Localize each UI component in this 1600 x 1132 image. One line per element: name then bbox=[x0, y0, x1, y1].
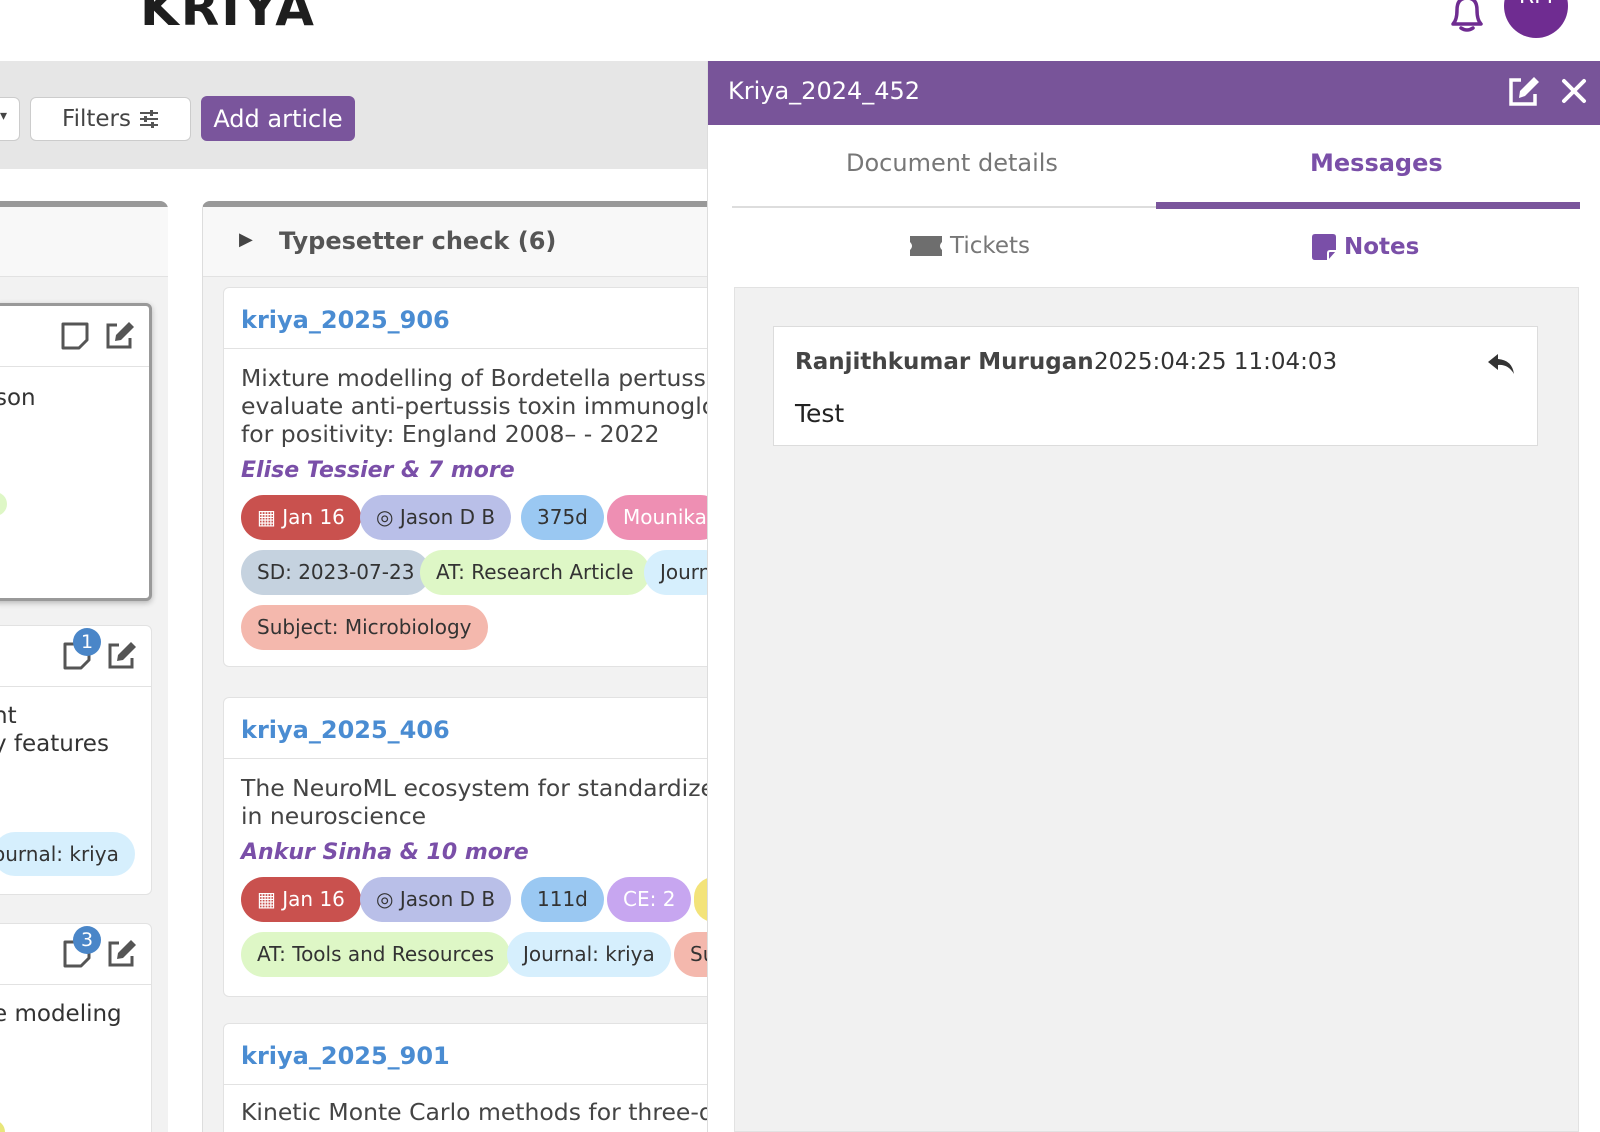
board-column-left: son 1 nt y features ournal: kriya 3 bbox=[0, 201, 168, 1132]
filters-label: Filters bbox=[62, 106, 131, 132]
card-divider bbox=[224, 758, 742, 759]
calendar-icon: ▦ bbox=[257, 505, 276, 529]
article-title-line: evaluate anti-pertussis toxin immunoglob bbox=[241, 392, 732, 420]
status-dot bbox=[0, 492, 7, 516]
article-type-tag: AT: Tools and Resources bbox=[241, 932, 510, 977]
notification-badge: 1 bbox=[73, 628, 101, 656]
article-card[interactable]: 1 nt y features ournal: kriya bbox=[0, 625, 152, 895]
article-card[interactable]: kriya_2025_901 Kinetic Monte Carlo metho… bbox=[223, 1023, 743, 1132]
due-date-tag: ▦ Jan 16 bbox=[241, 877, 361, 922]
journal-tag: ournal: kriya bbox=[0, 832, 135, 876]
article-authors: Ankur Sinha & 10 more bbox=[241, 840, 529, 865]
article-authors: Elise Tessier & 7 more bbox=[241, 458, 515, 483]
edit-icon[interactable] bbox=[1506, 75, 1540, 109]
card-title: son bbox=[0, 385, 36, 411]
article-title-line: in neuroscience bbox=[241, 802, 427, 830]
card-divider bbox=[0, 984, 151, 985]
card-title: e modeling bbox=[0, 1001, 122, 1027]
article-title-line: Mixture modelling of Bordetella pertussi… bbox=[241, 364, 725, 392]
panel-tabs: Document details Messages bbox=[732, 125, 1580, 209]
card-divider bbox=[0, 686, 151, 687]
reply-icon[interactable] bbox=[1486, 351, 1516, 377]
ticket-icon bbox=[910, 236, 942, 256]
add-article-button[interactable]: Add article bbox=[201, 96, 355, 141]
panel-header: Kriya_2024_452 bbox=[708, 61, 1600, 125]
active-tab-indicator bbox=[1156, 202, 1580, 209]
chevron-down-icon: ▾ bbox=[0, 108, 8, 124]
age-tag: 111d bbox=[521, 877, 604, 922]
article-title-line: Kinetic Monte Carlo methods for three-di… bbox=[241, 1098, 730, 1126]
article-title-line: The NeuroML ecosystem for standardized bbox=[241, 774, 730, 802]
article-card[interactable]: 3 e modeling bbox=[0, 923, 152, 1132]
notes-list: Ranjithkumar Murugan 2025:04:25 11:04:03… bbox=[734, 287, 1579, 1132]
article-id-link[interactable]: kriya_2025_901 bbox=[241, 1042, 450, 1070]
note-author: Ranjithkumar Murugan bbox=[795, 349, 1094, 375]
article-card[interactable]: kriya_2025_906 Mixture modelling of Bord… bbox=[223, 287, 743, 667]
article-detail-panel: Kriya_2024_452 Document details Messages… bbox=[707, 61, 1600, 1132]
assignee-tag: ◎ Jason D B bbox=[360, 495, 512, 540]
subtab-tickets[interactable]: Tickets bbox=[908, 233, 1030, 259]
user-circle-icon: ◎ bbox=[376, 887, 394, 911]
app-logo[interactable]: KRIYA bbox=[140, 0, 316, 38]
submission-date-tag: SD: 2023-07-23 bbox=[241, 550, 431, 595]
column-header[interactable]: ▶ Typesetter check (6) bbox=[203, 207, 732, 277]
article-id-link[interactable]: kriya_2025_406 bbox=[241, 716, 450, 744]
card-divider bbox=[224, 1084, 742, 1085]
subtab-tickets-label: Tickets bbox=[950, 233, 1031, 259]
tab-document-details[interactable]: Document details bbox=[846, 149, 1058, 177]
subtab-notes[interactable]: Notes bbox=[1310, 233, 1419, 261]
filters-button[interactable]: Filters bbox=[30, 97, 191, 141]
view-select[interactable]: ▾ bbox=[0, 97, 20, 141]
edit-icon[interactable] bbox=[105, 938, 137, 970]
article-title-line: for positivity: England 2008– - 2022 bbox=[241, 420, 660, 448]
sliders-icon bbox=[139, 110, 158, 128]
caret-right-icon[interactable]: ▶ bbox=[239, 229, 253, 250]
avatar-initials: RM bbox=[1519, 0, 1553, 9]
assignee-label: Jason D B bbox=[399, 505, 496, 529]
bell-icon[interactable] bbox=[1445, 0, 1489, 34]
note-item: Ranjithkumar Murugan 2025:04:25 11:04:03… bbox=[773, 326, 1538, 446]
message-subtabs: Tickets Notes bbox=[732, 225, 1579, 281]
notification-badge: 3 bbox=[73, 926, 101, 954]
board-column-typesetter-check: ▶ Typesetter check (6) kriya_2025_906 Mi… bbox=[202, 201, 743, 1132]
subtab-notes-label: Notes bbox=[1344, 234, 1420, 260]
top-bar: KRIYA RM bbox=[0, 0, 1600, 61]
close-icon[interactable] bbox=[1558, 75, 1590, 107]
card-divider bbox=[224, 348, 742, 349]
copyedit-tag: CE: 2 bbox=[607, 877, 692, 922]
panel-title: Kriya_2024_452 bbox=[728, 77, 921, 105]
notes-button[interactable]: 3 bbox=[61, 926, 101, 970]
column-header[interactable] bbox=[0, 207, 168, 277]
note-timestamp: 2025:04:25 11:04:03 bbox=[1094, 349, 1338, 375]
owner-tag: Mounika bbox=[607, 495, 723, 540]
card-title: nt y features bbox=[0, 703, 109, 757]
journal-tag: Journal: kriya bbox=[507, 932, 671, 977]
age-tag: 375d bbox=[521, 495, 604, 540]
note-icon[interactable] bbox=[59, 320, 91, 352]
status-dot bbox=[0, 1120, 5, 1132]
due-date-tag: ▦ Jan 16 bbox=[241, 495, 361, 540]
assignee-tag: ◎ Jason D B bbox=[360, 877, 512, 922]
user-circle-icon: ◎ bbox=[376, 505, 394, 529]
article-card[interactable]: kriya_2025_406 The NeuroML ecosystem for… bbox=[223, 697, 743, 997]
article-type-tag: AT: Research Article bbox=[420, 550, 650, 595]
card-divider bbox=[0, 366, 149, 367]
edit-icon[interactable] bbox=[105, 640, 137, 672]
kanban-board: son 1 nt y features ournal: kriya 3 bbox=[0, 169, 743, 1132]
column-title: Typesetter check (6) bbox=[279, 227, 557, 255]
sticky-note-icon bbox=[1312, 234, 1336, 260]
article-card[interactable]: son bbox=[0, 303, 152, 601]
calendar-icon: ▦ bbox=[257, 887, 276, 911]
user-avatar[interactable]: RM bbox=[1504, 0, 1568, 38]
tab-messages[interactable]: Messages bbox=[1310, 149, 1443, 177]
article-id-link[interactable]: kriya_2025_906 bbox=[241, 306, 450, 334]
notes-button[interactable]: 1 bbox=[61, 628, 101, 672]
board-toolbar: ▾ Filters Add article bbox=[0, 61, 710, 169]
assignee-label: Jason D B bbox=[399, 887, 496, 911]
subject-tag: Subject: Microbiology bbox=[241, 605, 488, 650]
due-date-label: Jan 16 bbox=[282, 505, 345, 529]
note-body: Test bbox=[795, 399, 845, 428]
edit-icon[interactable] bbox=[103, 320, 135, 352]
due-date-label: Jan 16 bbox=[282, 887, 345, 911]
